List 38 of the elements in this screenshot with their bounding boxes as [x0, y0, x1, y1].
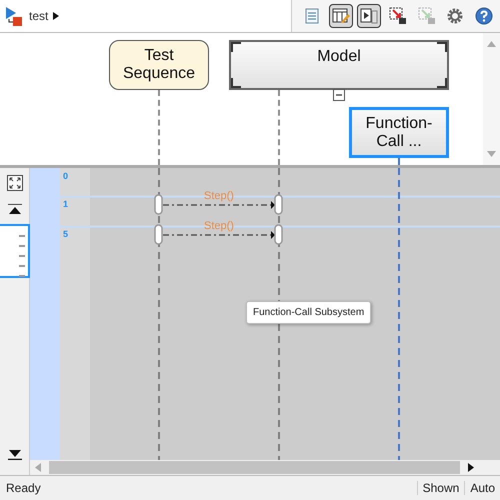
scroll-right-icon[interactable] — [468, 463, 474, 472]
status-cell: Shown — [416, 481, 464, 495]
message-arrow[interactable] — [163, 201, 275, 209]
go-to-bottom-icon[interactable] — [8, 450, 22, 460]
tick-marks-icon — [18, 235, 24, 277]
time-label: 0 — [63, 171, 68, 181]
edit-table-button[interactable] — [328, 4, 353, 28]
activation-bar — [274, 194, 283, 215]
go-to-top-icon[interactable] — [8, 204, 22, 214]
breadcrumb-item[interactable]: test — [29, 9, 48, 23]
caret-icon[interactable] — [53, 12, 60, 20]
status-cell: Auto — [464, 481, 500, 495]
message-label: Step() — [204, 190, 234, 202]
message-arrow[interactable] — [163, 231, 275, 239]
collapse-icon[interactable] — [333, 89, 345, 101]
activation-bar — [154, 194, 163, 215]
model-icon — [4, 5, 24, 27]
document-icon — [305, 8, 320, 24]
activation-bar — [154, 224, 163, 245]
lifeline-header[interactable]: Test Sequence — [109, 40, 209, 90]
horizontal-scrollbar[interactable] — [30, 460, 500, 475]
lifeline-header[interactable]: Function-Call ... — [349, 107, 449, 158]
message-label: Step() — [204, 220, 234, 232]
step-view-button[interactable] — [357, 4, 382, 28]
play-panel-icon — [360, 8, 378, 24]
activation-bar — [274, 224, 283, 245]
zoom-ruler[interactable] — [0, 224, 30, 278]
help-icon — [474, 7, 493, 25]
arrow-frame-icon — [418, 7, 436, 25]
arrow-frame-icon — [388, 7, 407, 25]
time-label: 1 — [63, 199, 68, 209]
fit-to-view-icon[interactable] — [6, 175, 22, 191]
time-label: 5 — [63, 229, 68, 239]
lifeline-header[interactable]: Model — [229, 40, 449, 90]
table-pencil-icon — [332, 8, 350, 24]
settings-icon — [447, 8, 464, 24]
status-text: Ready — [5, 481, 42, 495]
tooltip: Function-Call Subsystem — [246, 301, 372, 324]
